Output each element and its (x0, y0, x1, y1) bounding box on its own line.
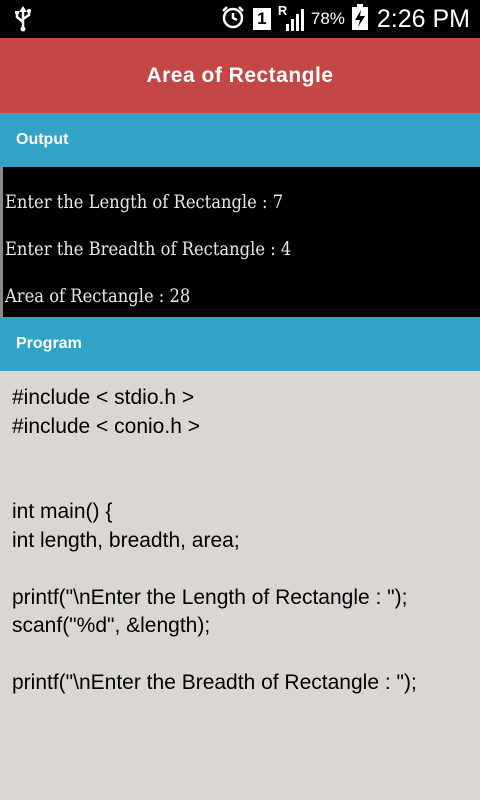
program-header: Program (0, 317, 480, 371)
console-line: Enter the Breadth of Rectangle : 4 (5, 238, 292, 260)
console-line: Enter the Length of Rectangle : 7 (5, 191, 284, 213)
code-line: #include < stdio.h > (12, 386, 195, 409)
code-line: int main() { (12, 500, 113, 523)
console-line: Area of Rectangle : 28 (5, 285, 191, 307)
program-header-label: Program (16, 335, 82, 352)
program-code: #include < stdio.h > #include < conio.h … (12, 384, 474, 698)
code-line: #include < conio.h > (12, 414, 200, 438)
code-line: scanf("%d", &length); (12, 614, 211, 637)
code-line: printf("\nEnter the Length of Rectangle … (12, 585, 408, 609)
battery-percent: 78% (310, 9, 345, 28)
battery-charging-icon (351, 3, 368, 35)
alarm-icon (220, 4, 246, 35)
signal-icon: R (278, 3, 304, 32)
status-bar: 1 R 78% 2:26 PM (0, 0, 480, 38)
app-bar: Area of Rectangle (0, 38, 480, 113)
clock: 2:26 PM (376, 4, 470, 33)
output-console: Enter the Length of Rectangle : 7 Enter … (0, 167, 480, 317)
page-title: Area of Rectangle (146, 63, 334, 87)
output-header: Output (0, 113, 480, 167)
output-header-label: Output (16, 131, 69, 148)
code-line: printf("\nEnter the Breadth of Rectangle… (12, 671, 417, 694)
code-line: int length, breadth, area; (12, 528, 240, 552)
sim-icon: 1 (252, 8, 271, 30)
usb-icon (14, 6, 32, 37)
